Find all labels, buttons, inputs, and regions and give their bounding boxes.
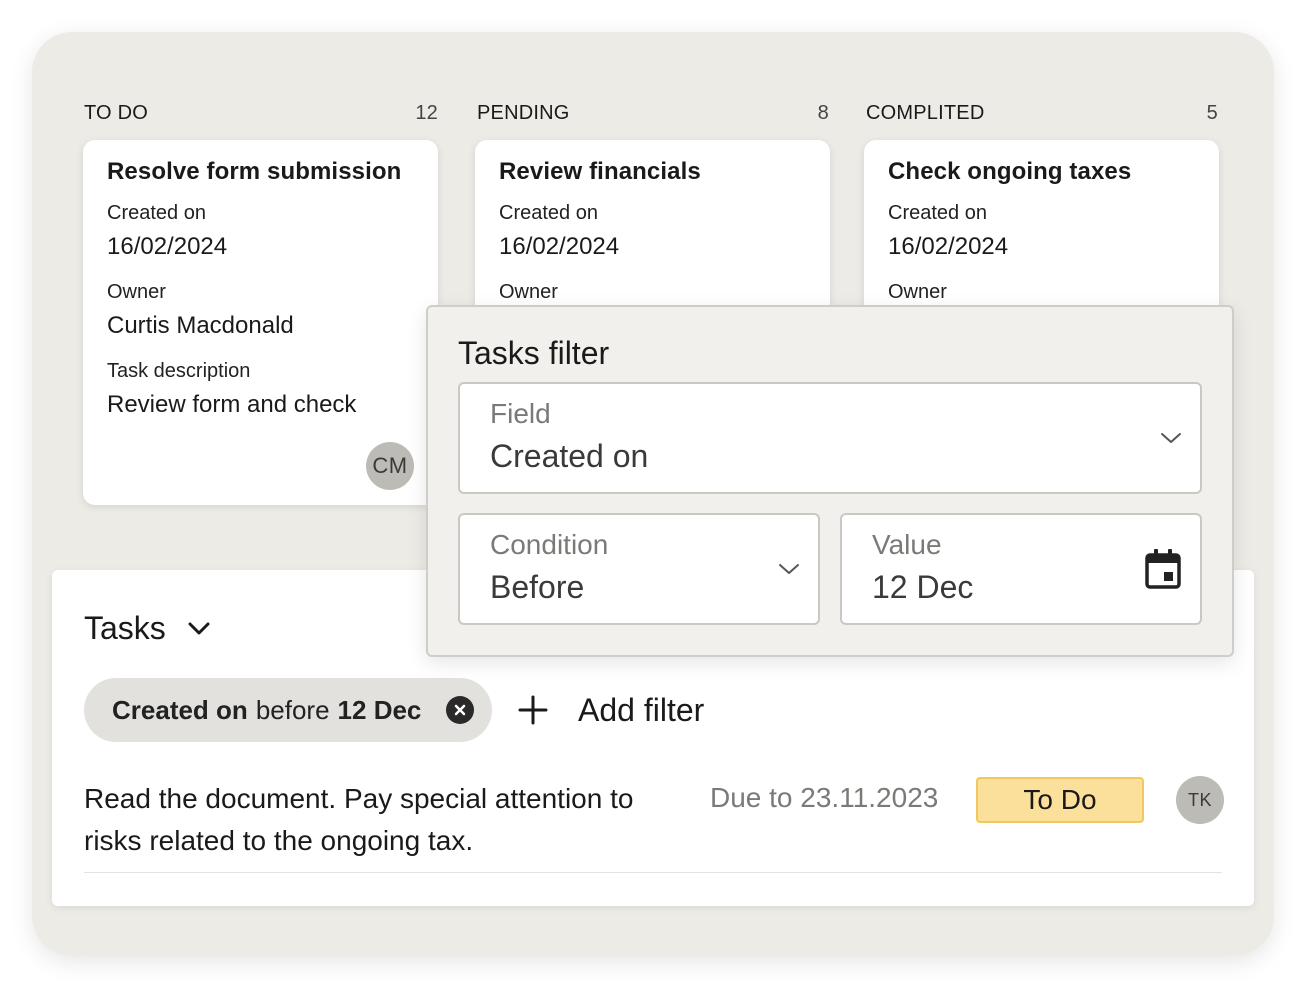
column-count: 5 bbox=[1206, 101, 1218, 124]
card-created-label: Created on bbox=[888, 202, 987, 224]
card-created-label: Created on bbox=[499, 202, 598, 224]
chevron-down-icon bbox=[779, 564, 799, 574]
card-created-label: Created on bbox=[107, 202, 206, 224]
popover-title: Tasks filter bbox=[458, 335, 610, 371]
column-header-todo: TO DO 12 bbox=[84, 100, 438, 126]
card-title: Check ongoing taxes bbox=[888, 158, 1132, 185]
card-title: Review financials bbox=[499, 158, 701, 185]
card-owner-label: Owner bbox=[107, 281, 166, 303]
column-count: 12 bbox=[415, 101, 438, 124]
status-badge[interactable]: To Do bbox=[976, 777, 1144, 823]
add-filter-label: Add filter bbox=[578, 691, 705, 728]
tasks-dropdown[interactable]: Tasks bbox=[84, 610, 210, 647]
value-value: 12 Dec bbox=[872, 569, 974, 605]
card-owner-label: Owner bbox=[888, 281, 947, 303]
column-title: PENDING bbox=[477, 101, 570, 124]
value-label: Value bbox=[872, 529, 942, 560]
column-title: COMPLITED bbox=[866, 101, 985, 124]
avatar: TK bbox=[1176, 776, 1224, 824]
calendar-icon[interactable] bbox=[1144, 548, 1182, 590]
column-title: TO DO bbox=[84, 101, 148, 124]
tasks-filter-popover: Tasks filter Field Created on Condition … bbox=[426, 305, 1234, 657]
chip-value: 12 Dec bbox=[337, 694, 422, 725]
task-due-date: Due to 23.11.2023 bbox=[710, 782, 939, 813]
card-description-value: Review form and check bbox=[107, 391, 357, 418]
plus-icon bbox=[518, 695, 548, 725]
chip-condition: before bbox=[255, 694, 330, 725]
card-owner-label: Owner bbox=[499, 281, 558, 303]
add-filter-button[interactable]: Add filter bbox=[518, 682, 704, 738]
card-owner-value: Curtis Macdonald bbox=[107, 312, 294, 339]
condition-select[interactable]: Condition Before bbox=[458, 513, 820, 625]
avatar: CM bbox=[366, 442, 414, 490]
field-label: Field bbox=[490, 398, 551, 429]
column-header-completed: COMPLITED 5 bbox=[866, 100, 1218, 126]
column-header-pending: PENDING 8 bbox=[477, 100, 829, 126]
chip-field: Created on bbox=[112, 694, 248, 725]
card-title: Resolve form submission bbox=[107, 158, 402, 185]
card-created-value: 16/02/2024 bbox=[107, 233, 228, 260]
field-select[interactable]: Field Created on bbox=[458, 382, 1202, 494]
card-created-value: 16/02/2024 bbox=[888, 233, 1009, 260]
chevron-down-icon bbox=[1161, 433, 1181, 443]
value-date-input[interactable]: Value 12 Dec bbox=[840, 513, 1202, 625]
tasks-title: Tasks bbox=[84, 610, 166, 646]
active-filter-chip[interactable]: Created on before 12 Dec bbox=[84, 678, 492, 742]
close-icon[interactable] bbox=[446, 696, 474, 724]
condition-value: Before bbox=[490, 569, 585, 605]
task-description: Read the document. Pay special attention… bbox=[84, 783, 634, 856]
card-description-label: Task description bbox=[107, 360, 251, 382]
chevron-down-icon bbox=[188, 622, 210, 634]
field-value: Created on bbox=[490, 438, 649, 474]
card-created-value: 16/02/2024 bbox=[499, 233, 620, 260]
row-divider bbox=[84, 872, 1222, 873]
column-count: 8 bbox=[817, 101, 829, 124]
condition-label: Condition bbox=[490, 529, 609, 560]
